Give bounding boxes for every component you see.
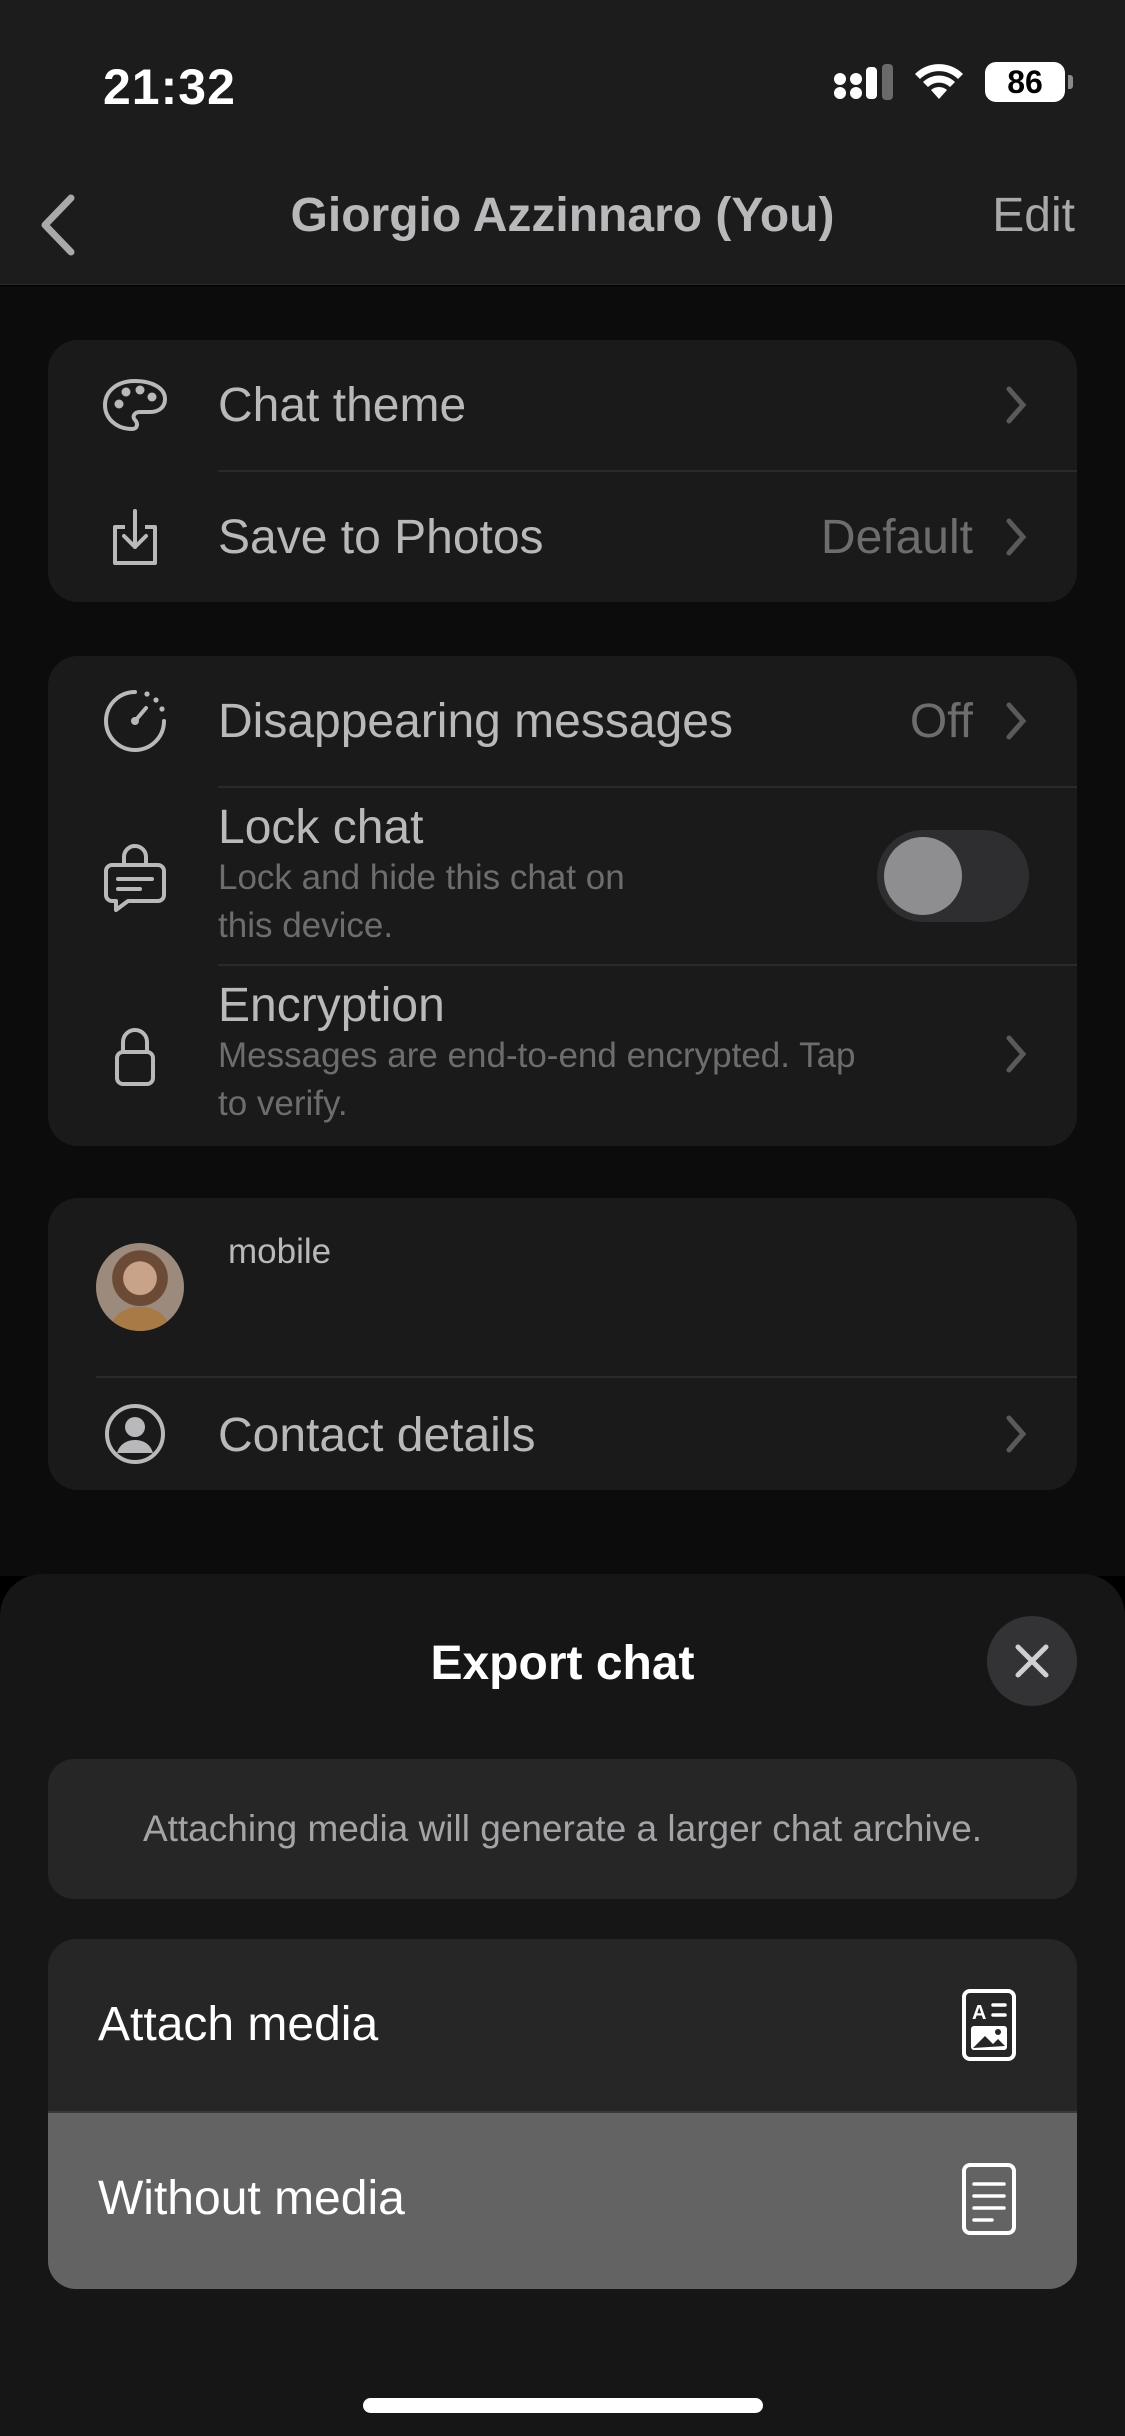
appearance-group: Chat theme Save to Photos Default bbox=[48, 340, 1077, 602]
attach-media-label: Attach media bbox=[98, 1998, 379, 2051]
chevron-right-icon bbox=[1006, 1415, 1027, 1453]
home-indicator[interactable] bbox=[363, 2398, 763, 2413]
chevron-right-icon bbox=[1006, 702, 1027, 740]
attach-media-option[interactable]: Attach media A bbox=[48, 1939, 1077, 2113]
status-time: 21:32 bbox=[103, 59, 236, 115]
contact-details-row[interactable]: Contact details bbox=[48, 1378, 1077, 1490]
cellular-signal-icon bbox=[834, 64, 893, 100]
document-with-media-icon: A bbox=[962, 1989, 1016, 2061]
nav-bar: Giorgio Azzinnaro (You) Edit bbox=[0, 170, 1125, 285]
avatar bbox=[96, 1243, 184, 1331]
edit-button[interactable]: Edit bbox=[992, 188, 1075, 243]
person-circle-icon bbox=[100, 1399, 170, 1469]
status-icons: 86 bbox=[833, 62, 1073, 102]
chevron-right-icon bbox=[1006, 386, 1027, 424]
lock-chat-description-line-2: this device. bbox=[218, 906, 394, 945]
wifi-icon bbox=[915, 64, 963, 99]
svg-text:A: A bbox=[972, 2002, 986, 2024]
phone-number-row[interactable]: mobile bbox=[48, 1198, 1077, 1376]
lock-chat-row: Lock chat Lock and hide this chat on thi… bbox=[48, 788, 1077, 964]
without-media-option[interactable]: Without media bbox=[48, 2113, 1077, 2289]
chat-theme-label: Chat theme bbox=[218, 379, 467, 432]
export-options: Attach media A Without media bbox=[48, 1939, 1077, 2289]
save-to-photos-label: Save to Photos bbox=[218, 511, 544, 564]
chat-theme-row[interactable]: Chat theme bbox=[48, 340, 1077, 470]
encryption-label: Encryption bbox=[218, 979, 445, 1032]
encryption-row[interactable]: Encryption Messages are end-to-end encry… bbox=[48, 966, 1077, 1146]
disappearing-messages-row[interactable]: Disappearing messages Off bbox=[48, 656, 1077, 786]
export-chat-sheet: Export chat Attaching media will generat… bbox=[0, 1574, 1125, 2436]
disappearing-messages-value: Off bbox=[909, 695, 973, 748]
sheet-title: Export chat bbox=[430, 1637, 695, 1690]
toggle-knob bbox=[884, 837, 962, 915]
without-media-label: Without media bbox=[98, 2172, 405, 2225]
lock-chat-description-line-1: Lock and hide this chat on bbox=[218, 858, 625, 897]
lock-icon bbox=[100, 1022, 170, 1092]
encryption-description-line-2: to verify. bbox=[218, 1084, 348, 1123]
chat-info-list: Chat theme Save to Photos Default Disapp… bbox=[0, 286, 1125, 1576]
chat-lock-icon bbox=[100, 843, 170, 913]
document-text-icon bbox=[962, 2163, 1016, 2235]
phone-type-label: mobile bbox=[228, 1232, 332, 1271]
battery-indicator: 86 bbox=[985, 62, 1073, 102]
download-icon bbox=[100, 502, 170, 572]
palette-icon bbox=[100, 370, 170, 440]
status-bar: 21:32 86 bbox=[0, 0, 1125, 170]
save-to-photos-value: Default bbox=[820, 511, 973, 564]
privacy-group: Disappearing messages Off Lock chat Lock… bbox=[48, 656, 1077, 1146]
contact-details-label: Contact details bbox=[218, 1409, 536, 1462]
chevron-right-icon bbox=[1006, 518, 1027, 556]
page-title: Giorgio Azzinnaro (You) bbox=[290, 189, 835, 242]
close-icon bbox=[1015, 1644, 1049, 1678]
lock-chat-toggle[interactable] bbox=[877, 830, 1029, 922]
export-info-message: Attaching media will generate a larger c… bbox=[48, 1759, 1077, 1899]
lock-chat-label: Lock chat bbox=[218, 801, 424, 854]
timer-icon bbox=[100, 686, 170, 756]
disappearing-messages-label: Disappearing messages bbox=[218, 695, 733, 748]
save-to-photos-row[interactable]: Save to Photos Default bbox=[48, 472, 1077, 602]
contact-group: mobile Contact details bbox=[48, 1198, 1077, 1490]
close-button[interactable] bbox=[987, 1616, 1077, 1706]
chevron-right-icon bbox=[1006, 1035, 1027, 1073]
encryption-description-line-1: Messages are end-to-end encrypted. Tap bbox=[218, 1036, 856, 1075]
